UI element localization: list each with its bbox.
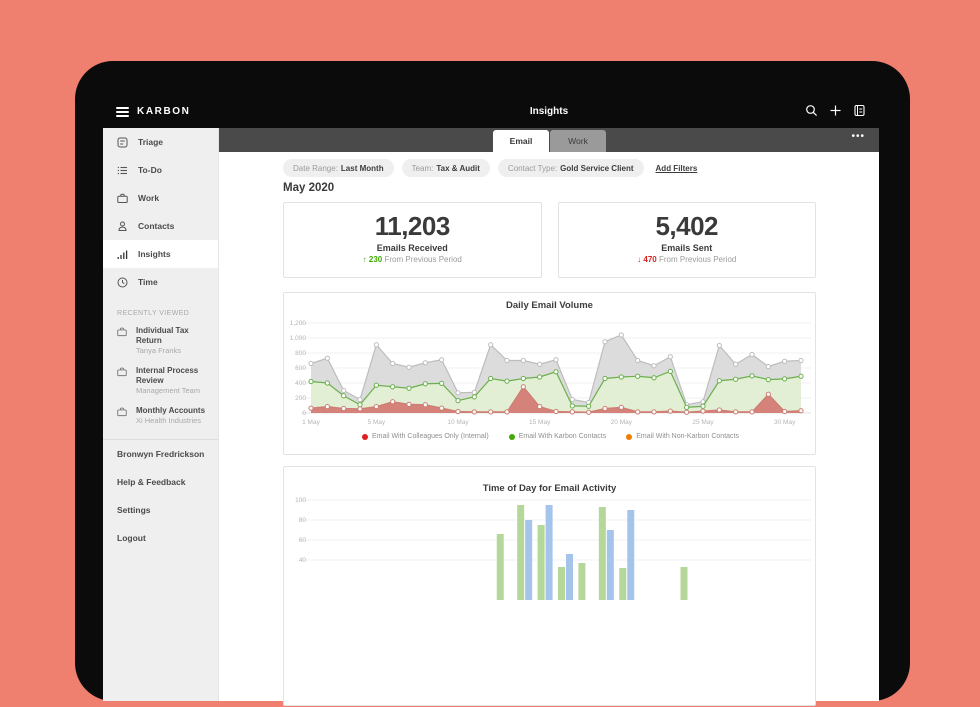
work-item-icon <box>117 327 127 337</box>
recent-item-title: Internal Process Review <box>136 366 212 386</box>
insights-icon <box>117 249 128 260</box>
svg-text:1 May: 1 May <box>302 419 320 426</box>
tab-work[interactable]: Work <box>550 130 606 152</box>
sidebar-item-label: Work <box>138 193 159 203</box>
search-icon[interactable] <box>804 103 819 118</box>
add-filters-link[interactable]: Add Filters <box>656 164 698 173</box>
svg-text:1,200: 1,200 <box>290 320 307 327</box>
stat-cards: 11,203 Emails Received ↑ 230 From Previo… <box>283 202 816 278</box>
legend-item: Email With Colleagues Only (Internal) <box>362 433 489 440</box>
sidebar-item-todo[interactable]: To-Do <box>103 156 218 184</box>
sidebar-help-feedback[interactable]: Help & Feedback <box>103 468 218 496</box>
svg-text:600: 600 <box>295 365 306 372</box>
add-icon[interactable] <box>828 103 843 118</box>
emails-sent-delta: ↓ 470 From Previous Period <box>559 255 816 264</box>
recent-item[interactable]: Monthly Accounts Xi Health Industries <box>103 401 218 431</box>
svg-text:400: 400 <box>295 380 306 387</box>
work-item-icon <box>117 407 127 417</box>
svg-text:5 May: 5 May <box>367 419 385 426</box>
tab-email[interactable]: Email <box>493 130 549 152</box>
sidebar-item-contacts[interactable]: Contacts <box>103 212 218 240</box>
svg-text:80: 80 <box>299 517 307 524</box>
filter-bar: Date Range: Last Month Team: Tax & Audit… <box>283 159 697 177</box>
sidebar-item-label: Contacts <box>138 221 174 231</box>
legend-label: Email With Colleagues Only (Internal) <box>372 433 489 440</box>
sidebar-item-triage[interactable]: Triage <box>103 128 218 156</box>
daily-email-volume-chart: 0 200 400 600 800 1,000 1,200 1 May 5 May 10 May 1… <box>284 293 817 431</box>
filter-chip-team[interactable]: Team: Tax & Audit <box>402 159 490 177</box>
menu-icon[interactable] <box>116 107 129 117</box>
sidebar-item-label: To-Do <box>138 165 162 175</box>
chart-legend: Email With Colleagues Only (Internal) Ema… <box>284 433 817 440</box>
daily-email-volume-card: Daily Email Volume 02004006008001,0001,2… <box>283 292 816 455</box>
legend-dot-icon <box>362 434 368 440</box>
legend-label: Email With Karbon Contacts <box>519 433 607 440</box>
emails-received-value: 11,203 <box>284 211 541 241</box>
svg-text:15 May: 15 May <box>529 419 551 426</box>
contacts-icon <box>117 221 128 232</box>
sidebar-user[interactable]: Bronwyn Fredrickson <box>103 440 218 468</box>
legend-item: Email With Non-Karbon Contacts <box>626 433 739 440</box>
svg-text:25 May: 25 May <box>692 419 714 426</box>
notes-icon[interactable] <box>852 103 867 118</box>
sidebar-item-label: Triage <box>138 137 163 147</box>
filter-chip-contact-type[interactable]: Contact Type: Gold Service Client <box>498 159 644 177</box>
sidebar-item-work[interactable]: Work <box>103 184 218 212</box>
svg-text:10 May: 10 May <box>447 419 469 426</box>
legend-dot-icon <box>626 434 632 440</box>
work-item-icon <box>117 367 127 377</box>
svg-text:1,000: 1,000 <box>290 335 307 342</box>
legend-dot-icon <box>509 434 515 440</box>
recent-item-title: Individual Tax Return <box>136 326 212 346</box>
sidebar-settings[interactable]: Settings <box>103 496 218 524</box>
recent-item[interactable]: Individual Tax Return Tanya Franks <box>103 321 218 361</box>
stat-card-emails-sent: 5,402 Emails Sent ↓ 470 From Previous Pe… <box>558 202 817 278</box>
recent-item-subtitle: Management Team <box>136 386 212 396</box>
brand-logo: KARBON <box>137 106 191 117</box>
svg-text:800: 800 <box>295 350 306 357</box>
svg-text:100: 100 <box>295 497 306 504</box>
app-header: KARBON Insights <box>103 97 879 128</box>
svg-text:0: 0 <box>302 410 306 417</box>
emails-sent-value: 5,402 <box>559 211 816 241</box>
svg-text:30 May: 30 May <box>774 419 796 426</box>
filter-chip-date-range[interactable]: Date Range: Last Month <box>283 159 394 177</box>
app-screen: Triage To-Do Work Contacts Insights Time <box>103 128 879 701</box>
tablet-frame: KARBON Insights Triage To-Do <box>75 61 910 701</box>
legend-item: Email With Karbon Contacts <box>509 433 607 440</box>
more-menu-icon[interactable]: ••• <box>851 131 865 142</box>
triage-icon <box>117 137 128 148</box>
emails-received-label: Emails Received <box>284 243 541 253</box>
stat-card-emails-received: 11,203 Emails Received ↑ 230 From Previo… <box>283 202 542 278</box>
recent-item-title: Monthly Accounts <box>136 406 205 416</box>
emails-sent-label: Emails Sent <box>559 243 816 253</box>
time-of-day-chart: 40 60 80 100 <box>284 467 817 707</box>
sidebar-logout[interactable]: Logout <box>103 524 218 552</box>
down-arrow-icon: ↓ <box>637 255 641 264</box>
recently-viewed-header: RECENTLY VIEWED <box>117 310 218 317</box>
recent-item-subtitle: Xi Health Industries <box>136 416 205 426</box>
svg-text:40: 40 <box>299 557 307 564</box>
recent-item-subtitle: Tanya Franks <box>136 346 212 356</box>
svg-text:200: 200 <box>295 395 306 402</box>
period-heading: May 2020 <box>283 182 334 194</box>
page-title: Insights <box>219 106 879 117</box>
sidebar-item-time[interactable]: Time <box>103 268 218 296</box>
sidebar-item-label: Time <box>138 277 158 287</box>
todo-icon <box>117 165 128 176</box>
up-arrow-icon: ↑ <box>363 255 367 264</box>
recent-item[interactable]: Internal Process Review Management Team <box>103 361 218 401</box>
emails-received-delta: ↑ 230 From Previous Period <box>284 255 541 264</box>
legend-label: Email With Non-Karbon Contacts <box>636 433 739 440</box>
time-of-day-card: Time of Day for Email Activity 406080100 <box>283 466 816 706</box>
svg-text:20 May: 20 May <box>611 419 633 426</box>
main-area: Email Work ••• Date Range: Last Month Te… <box>219 128 879 701</box>
time-icon <box>117 277 128 288</box>
sidebar: Triage To-Do Work Contacts Insights Time <box>103 128 219 701</box>
insights-tabbar: Email Work ••• <box>219 128 879 152</box>
work-icon <box>117 193 128 204</box>
svg-text:60: 60 <box>299 537 307 544</box>
sidebar-item-label: Insights <box>138 249 171 259</box>
sidebar-item-insights[interactable]: Insights <box>103 240 218 268</box>
